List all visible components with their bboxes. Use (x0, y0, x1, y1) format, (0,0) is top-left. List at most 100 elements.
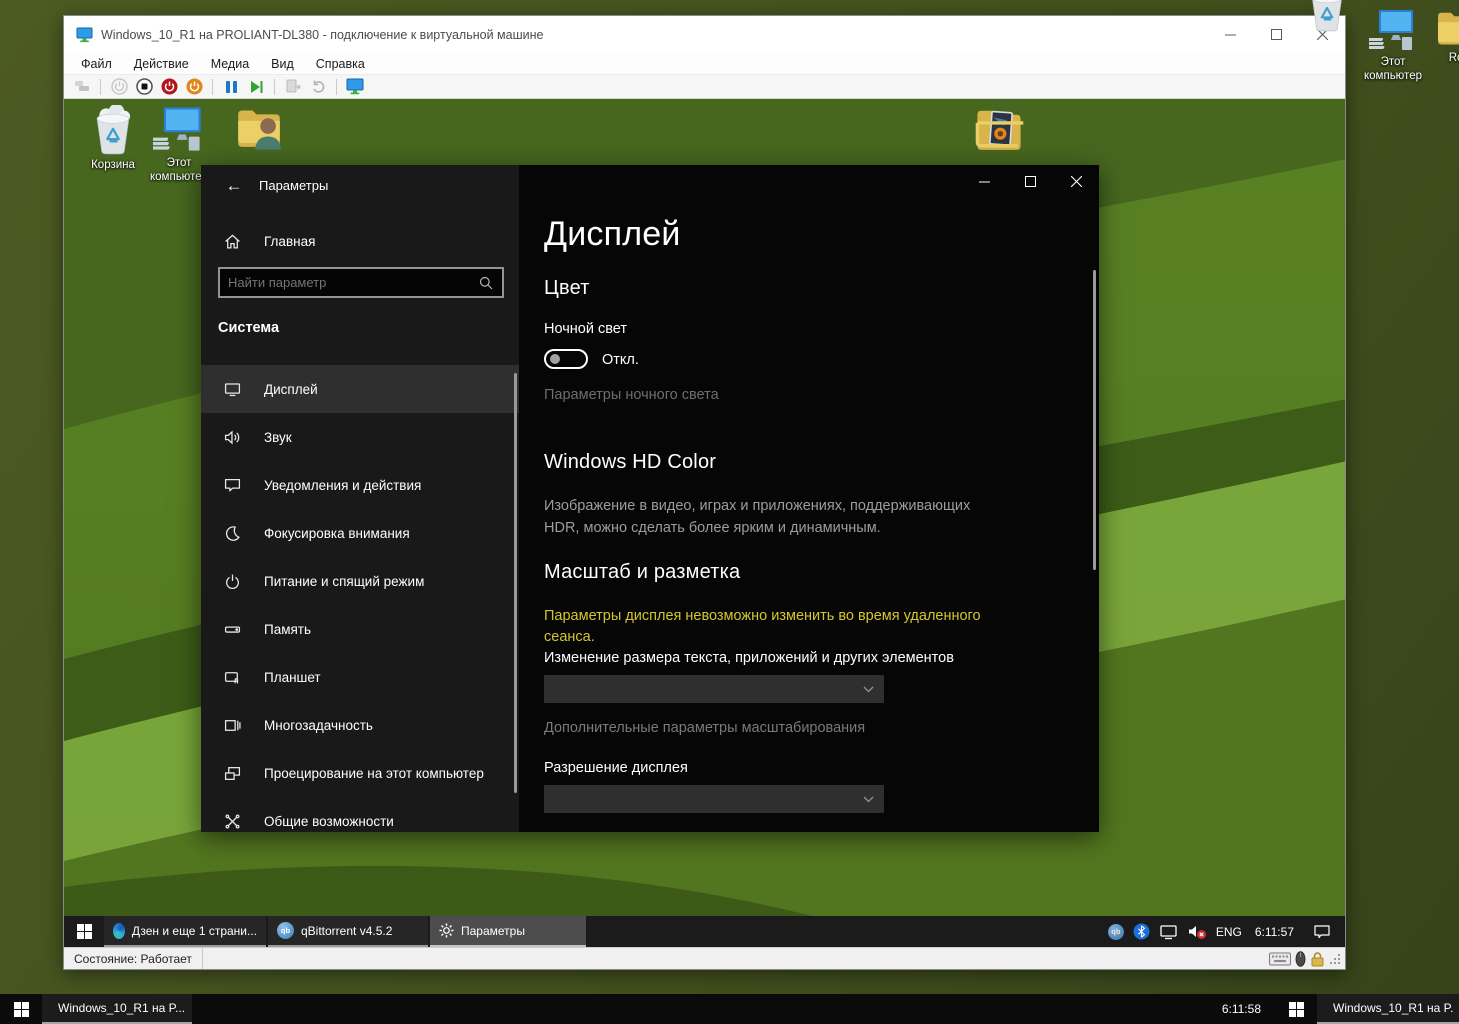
hdr-description: Изображение в видео, играх и приложениях… (544, 495, 974, 540)
host-task-vmconnect[interactable]: Windows_10_R1 на P... (42, 994, 192, 1024)
host-clock[interactable]: 6:11:58 (1208, 994, 1275, 1024)
resolution-dropdown[interactable] (544, 785, 884, 813)
folder-icon (1435, 8, 1459, 48)
menu-media[interactable]: Медиа (200, 57, 260, 71)
menu-view[interactable]: Вид (260, 57, 305, 71)
sidebar-item-sound[interactable]: Звук (201, 413, 519, 461)
settings-minimize-button[interactable] (961, 165, 1007, 197)
toolbar-separator (274, 79, 275, 95)
action-center-icon[interactable] (1313, 924, 1331, 939)
sidebar-item-label: Общие возможности (264, 814, 394, 829)
minimize-button[interactable] (1207, 16, 1253, 53)
sidebar-item-home[interactable]: Главная (201, 223, 519, 259)
volume-muted-icon[interactable] (1188, 924, 1207, 940)
sidebar-item-focus-assist[interactable]: Фокусировка внимания (201, 509, 519, 557)
desktop-icon-label: Этот компьютер (1360, 55, 1426, 84)
sidebar-item-storage[interactable]: Память (201, 605, 519, 653)
home-icon (224, 233, 241, 250)
host-start-button-monitor2[interactable] (1275, 994, 1317, 1024)
guest-start-button[interactable] (64, 916, 104, 947)
guest-user-folder-icon[interactable] (224, 105, 294, 155)
storage-icon (224, 621, 241, 638)
night-light-settings-link[interactable]: Параметры ночного света (544, 387, 719, 403)
sidebar-item-shared-experiences[interactable]: Общие возможности (201, 797, 519, 832)
scale-heading: Масштаб и разметка (544, 561, 740, 584)
sidebar-item-label: Уведомления и действия (264, 478, 421, 493)
toolbar-separator (212, 79, 213, 95)
host-start-button[interactable] (0, 994, 42, 1024)
sidebar-item-projecting[interactable]: Проецирование на этот компьютер (201, 749, 519, 797)
toolbar (64, 75, 1345, 99)
night-light-toggle[interactable] (544, 349, 588, 369)
settings-sidebar: ← Параметры Главная Система (201, 165, 519, 832)
guest-pictures-folder-icon[interactable] (964, 103, 1034, 159)
revert-button[interactable] (308, 77, 328, 97)
sidebar-item-label: Звук (264, 430, 292, 445)
settings-maximize-button[interactable] (1007, 165, 1053, 197)
advanced-scaling-link[interactable]: Дополнительные параметры масштабирования (544, 720, 865, 736)
menu-help[interactable]: Справка (305, 57, 376, 71)
gear-icon (439, 923, 454, 938)
checkpoint-button[interactable] (283, 77, 303, 97)
scale-dropdown[interactable] (544, 675, 884, 703)
guest-task-qbittorrent[interactable]: qb qBittorrent v4.5.2 (268, 916, 428, 947)
desktop-icon-label: Корзина (91, 158, 135, 172)
resize-grip[interactable] (1329, 953, 1341, 965)
language-indicator[interactable]: ENG (1216, 925, 1242, 939)
recycle-bin-icon (1306, 0, 1348, 32)
sidebar-section-label: Система (218, 320, 279, 336)
sidebar-item-label: Память (264, 622, 311, 637)
turn-off-vm-button[interactable] (134, 77, 154, 97)
save-state-vm-button[interactable] (184, 77, 204, 97)
host-folder-icon[interactable]: Ror (1428, 8, 1459, 65)
sidebar-item-display[interactable]: Дисплей (201, 365, 519, 413)
sidebar-item-multitasking[interactable]: Многозадачность (201, 701, 519, 749)
sidebar-item-label: Дисплей (264, 382, 318, 397)
enhanced-session-button[interactable] (345, 77, 365, 97)
guest-task-edge[interactable]: Дзен и еще 1 страни... (104, 916, 266, 947)
main-scrollbar[interactable] (1093, 270, 1096, 570)
sidebar-item-label: Проецирование на этот компьютер (264, 766, 484, 781)
window-title: Windows_10_R1 на PROLIANT-DL380 - подклю… (101, 28, 543, 42)
ctrl-alt-del-button[interactable] (72, 77, 92, 97)
chevron-down-icon (863, 796, 874, 803)
settings-main-panel: Дисплей Цвет Ночной свет Откл. Параметры… (519, 165, 1099, 832)
start-vm-button[interactable] (109, 77, 129, 97)
this-pc-icon (1369, 8, 1417, 52)
keyboard-icon (1269, 952, 1291, 966)
host-this-pc-icon[interactable]: Этот компьютер (1360, 8, 1426, 84)
menu-action[interactable]: Действие (123, 57, 200, 71)
sidebar-scrollbar[interactable] (514, 373, 517, 793)
guest-task-settings[interactable]: Параметры (430, 916, 586, 947)
desktop-root: { "vm_window": { "title": "Windows_10_R1… (0, 0, 1459, 1024)
sidebar-home-label: Главная (264, 234, 315, 249)
network-icon[interactable] (1159, 924, 1179, 940)
sidebar-item-notifications[interactable]: Уведомления и действия (201, 461, 519, 509)
display-icon (224, 381, 241, 398)
host-recycle-bin-icon[interactable] (1297, 0, 1357, 32)
windows-logo-icon (1289, 1002, 1304, 1017)
pause-vm-button[interactable] (221, 77, 241, 97)
search-icon (479, 276, 493, 290)
settings-close-button[interactable] (1053, 165, 1099, 197)
bluetooth-icon[interactable] (1133, 923, 1150, 940)
qbittorrent-tray-icon[interactable]: qb (1108, 924, 1124, 940)
task-label: Дзен и еще 1 страни... (132, 924, 257, 938)
shutdown-vm-button[interactable] (159, 77, 179, 97)
guest-clock[interactable]: 6:11:57 (1255, 925, 1294, 939)
back-button[interactable]: ← (217, 171, 251, 201)
menu-file[interactable]: Файл (70, 57, 123, 71)
toggle-knob (550, 354, 560, 364)
menu-bar: Файл Действие Медиа Вид Справка (64, 53, 1345, 75)
guest-screen: Корзина Этот компьютер (64, 99, 1345, 947)
night-light-state: Откл. (602, 352, 639, 368)
sidebar-item-power-sleep[interactable]: Питание и спящий режим (201, 557, 519, 605)
step-vm-button[interactable] (246, 77, 266, 97)
host-task-vmconnect-monitor2[interactable]: Windows_10_R1 на P. (1317, 994, 1459, 1024)
night-light-label: Ночной свет (544, 321, 627, 337)
search-input[interactable] (220, 275, 479, 290)
color-heading: Цвет (544, 277, 590, 300)
sidebar-item-tablet[interactable]: Планшет (201, 653, 519, 701)
maximize-button[interactable] (1253, 16, 1299, 53)
desktop-icon-label: Ror (1449, 51, 1459, 65)
